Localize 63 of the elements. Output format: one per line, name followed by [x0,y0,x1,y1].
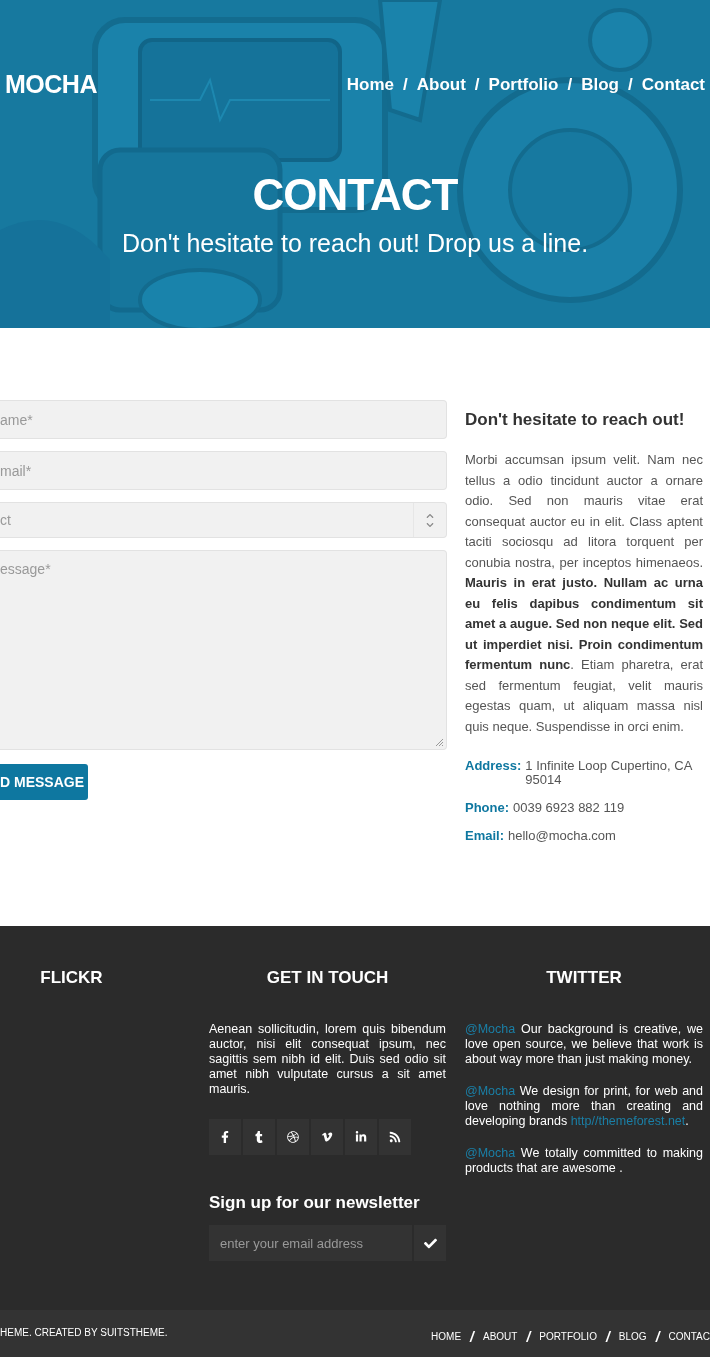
nav-separator: / [567,74,573,95]
nav-separator: / [526,1328,531,1345]
contact-label: Email: [465,829,504,843]
rss-icon [389,1131,401,1143]
social-button[interactable] [345,1119,377,1155]
subscribe-button[interactable] [414,1225,446,1261]
tweet: @Mocha Our background is creative, we love open source, we believe that work is about way more than just making money. [465,1022,703,1067]
page-title: CONTACT [251,173,459,217]
nav-separator: / [470,1328,474,1345]
v-icon [321,1131,333,1143]
tweet: @Mocha We totally committed to making products that are awesome . [465,1146,703,1176]
select-field[interactable]: ct [0,502,447,538]
social-button[interactable] [311,1119,343,1155]
nav-separator: / [474,74,480,95]
handle-link[interactable]: @Mocha [465,1022,516,1036]
touch-text: Aenean sollicitudin, lorem quis bibendum auctor, nisi elit consequat ipsum, nec sagittis sem nibh id elit. Duis sed odio sit amet nibh vulputate cursus a sit amet mauris. [209,1022,446,1097]
footer-link[interactable]: PORTFOLIO [539,1331,597,1342]
contact-value: 0039 6923 882 119 [513,801,625,815]
tweet: @Mocha We design for print, for web and love nothing more than creating and developing brands http//themeforest.net. [465,1084,703,1129]
footer-link[interactable]: ABOUT [483,1331,518,1342]
handle-link[interactable]: @Mocha [465,1084,516,1098]
handle-link[interactable]: @Mocha [465,1146,516,1160]
footer-link[interactable]: HOME [431,1331,462,1342]
nav-separator: / [628,74,633,95]
logo[interactable]: MOCHA [5,70,97,99]
info-heading: Don't hesitate to reach out! [465,410,686,430]
in-icon [355,1131,367,1143]
check-icon [423,1236,437,1250]
flickr-heading: FLICKR [39,968,104,988]
nav-separator: / [605,1328,610,1345]
footer-link[interactable]: CONTAC [668,1331,710,1342]
nav-separator: / [403,74,408,95]
social-button[interactable] [277,1119,309,1155]
social-button[interactable] [209,1119,241,1155]
send-message-button[interactable]: D MESSAGE [0,764,88,800]
contact-value: 1 Infinite Loop Cupertino, CA 95014 [525,759,694,787]
up-chevron-icon [426,511,434,520]
email-field[interactable]: enter your email address [209,1225,412,1261]
contact-label: Phone: [465,801,510,815]
input-field[interactable]: mail* [0,451,447,490]
t-icon [253,1131,265,1143]
down-chevron-icon [426,520,434,529]
f-icon [219,1131,231,1143]
page-subtitle: Don't hesitate to reach out! Drop us a line. [120,229,590,258]
message-field[interactable]: essage* [0,550,447,750]
nav-link[interactable]: Portfolio [488,74,559,95]
resize-grip-icon[interactable] [435,738,444,747]
social-button[interactable] [379,1119,411,1155]
nav-link[interactable]: Contact [641,74,705,95]
newsletter-heading: Sign up for our newsletter [209,1193,421,1213]
twitter-heading: TWITTER [545,968,623,988]
info-paragraph: Morbi accumsan ipsum velit. Nam nec tellus a odio tincidunt auctor a ornare odio. Sed non mauris vitae erat consequat auctor eu in elit. Class aptent taciti sociosqu ad litora torquent per conubia nostra, per inceptos himenaeos. Mauris in erat justo. Nullam ac urna eu felis dapibus condimentum sit amet a augue. Sed non neque elit. Sed ut imperdiet nisi. Proin condimentum fermentum nunc. Etiam pharetra, erat sed fermentum feugiat, velit mauris egestas quam, ut aliquam massa nisl quis neque. Suspendisse in orci enim. [465,451,703,736]
copyright: HEME. CREATED BY SUITSTHEME. [0,1327,168,1340]
nav-link[interactable]: About [416,74,466,95]
touch-heading: GET IN TOUCH [265,968,390,988]
contact-label: Address: [465,759,522,775]
nav-separator: / [655,1328,660,1345]
nav-link[interactable]: Blog [581,74,619,95]
contact-value: hello@mocha.com [508,829,616,843]
nav-link[interactable]: Home [346,74,394,95]
footer-link[interactable]: BLOG [618,1331,647,1342]
input-field[interactable]: ame* [0,400,447,439]
social-button[interactable] [243,1119,275,1155]
